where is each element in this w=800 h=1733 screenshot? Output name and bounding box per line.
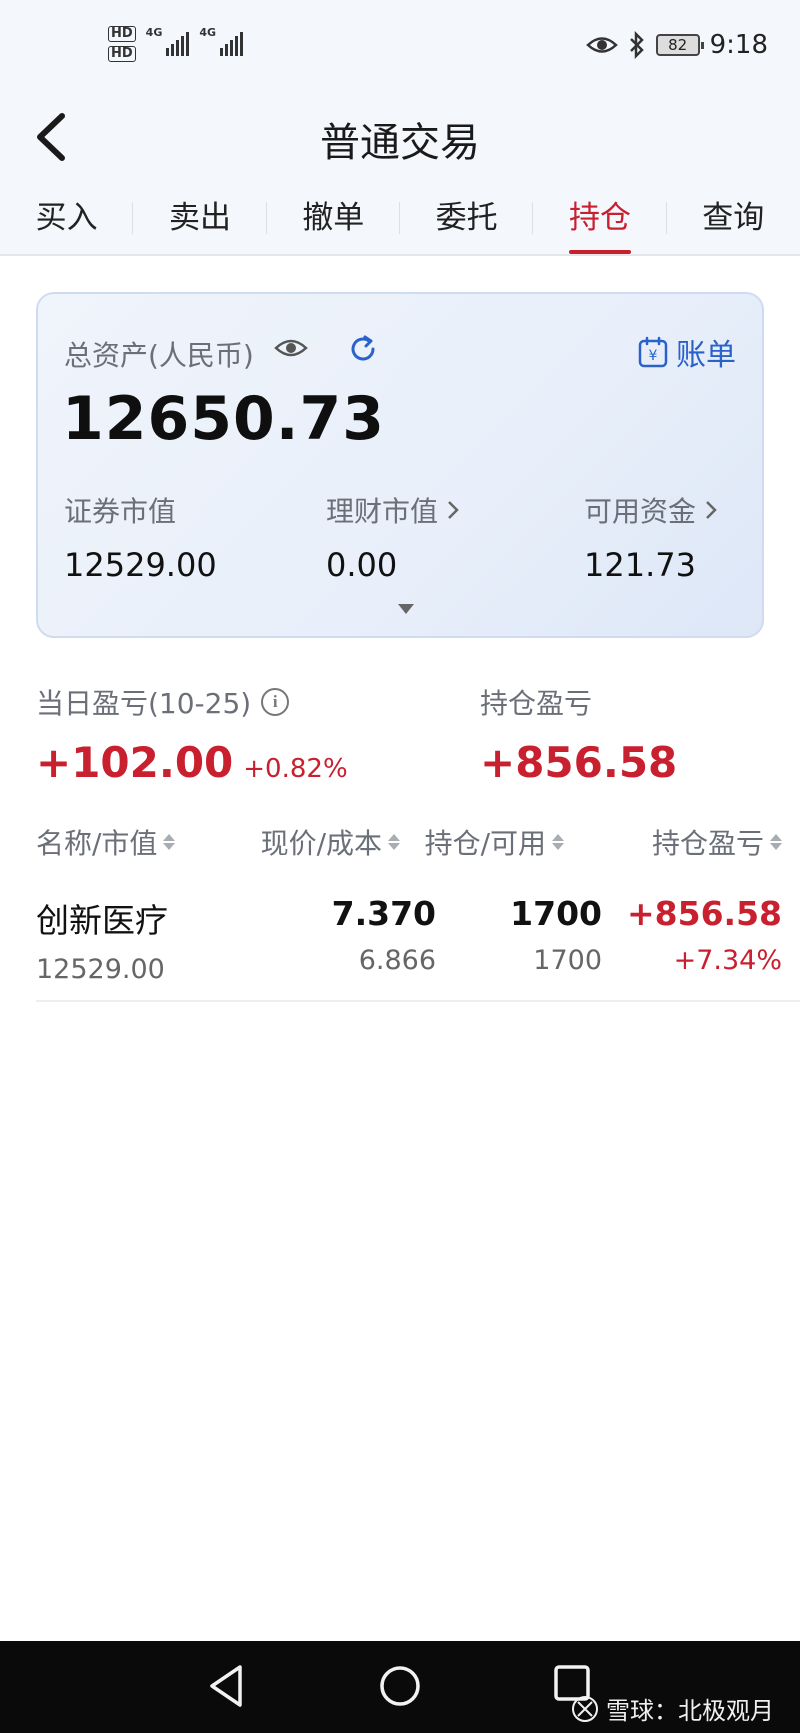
tab-cancel[interactable]: 撤单 [267,180,401,254]
available-qty: 1700 [533,945,602,976]
bluetooth-icon [629,31,644,59]
positions-table-header: 名称/市值 现价/成本 持仓/可用 持仓盈亏 [0,822,800,862]
status-right: 82 9:18 [585,30,768,60]
clock: 9:18 [709,30,768,60]
cost-price: 6.866 [358,945,436,976]
signal-icon-1: 4G [146,26,190,56]
daily-pnl-percent: +0.82% [243,754,348,784]
sort-icon [552,834,564,850]
battery-icon: 82 [655,34,704,56]
securities-label: 证券市值 [64,490,217,530]
daily-pnl-label: 当日盈亏(10-25) i [36,682,348,722]
market-value: 12529.00 [36,954,165,985]
sort-position-available[interactable]: 持仓/可用 [425,822,564,862]
available-value: 121.73 [584,546,696,584]
total-assets-label: 总资产(人民币) [64,339,254,372]
sort-icon [163,834,176,850]
securities-label-text: 证券市值 [64,495,177,528]
pnl-cell: +856.58 +7.34% [627,894,782,976]
expand-caret-icon[interactable] [398,604,414,614]
tab-label: 持仓 [568,200,631,236]
tab-query[interactable]: 查询 [667,180,800,254]
status-left: HD HD 4G 4G [108,26,244,62]
tab-positions[interactable]: 持仓 [533,180,667,254]
sort-price-cost[interactable]: 现价/成本 [261,822,400,862]
asset-summary-card: 总资产(人民币) ¥ 账单 12650.73 证券市值 12529.00 理财市… [36,292,764,638]
network-type-1: 4G [145,26,163,39]
tab-label: 买入 [35,200,98,236]
securities-value-block: 证券市值 12529.00 [64,490,217,584]
status-bar: HD HD 4G 4G 82 9:18 [0,0,800,100]
info-icon[interactable]: i [261,688,290,716]
page-title: 普通交易 [320,120,480,166]
watermark: 雪球：北极观月 [570,1691,774,1726]
nav-back-icon[interactable] [206,1663,246,1709]
available-label: 可用资金 [584,490,718,530]
holding-pnl-value: +856.58 [480,738,678,787]
daily-pnl-block: 当日盈亏(10-25) i +102.00 +0.82% [36,682,348,787]
bill-button[interactable]: ¥ 账单 [638,330,736,374]
column-header: 现价/成本 [260,827,382,860]
wealth-value-block[interactable]: 理财市值 0.00 [326,490,460,584]
eye-comfort-icon [585,37,618,53]
sim1-hd-badge: HD [108,26,136,42]
xueqiu-logo-icon [572,1695,598,1722]
price-cell: 7.370 6.866 [332,894,436,976]
available-label-text: 可用资金 [584,495,697,528]
position-qty: 1700 [510,894,602,933]
svg-text:¥: ¥ [649,348,658,364]
column-header: 持仓盈亏 [651,827,764,860]
refresh-icon[interactable] [348,334,378,364]
holding-pnl-label: 持仓盈亏 [480,687,593,720]
holding-pnl-block: 持仓盈亏 +856.58 [480,682,677,787]
wealth-label-text: 理财市值 [326,495,439,528]
sort-icon [770,834,782,850]
tab-orders[interactable]: 委托 [400,180,534,254]
bill-calendar-icon: ¥ [638,336,668,368]
securities-value: 12529.00 [64,546,217,584]
sort-name-market-value[interactable]: 名称/市值 [36,822,176,862]
watermark-text: 雪球：北极观月 [606,1697,774,1725]
nav-home-icon[interactable] [378,1663,422,1709]
app-header: 普通交易 [0,100,800,180]
available-funds-block[interactable]: 可用资金 121.73 [584,490,718,584]
tab-label: 查询 [702,200,765,236]
column-header: 名称/市值 [36,827,158,860]
tab-label: 卖出 [168,200,231,236]
tab-label: 撤单 [302,200,365,236]
stock-name: 创新医疗 [36,901,168,940]
row-pnl-value: +856.58 [627,894,782,933]
daily-pnl-label-text: 当日盈亏(10-25) [36,687,252,720]
battery-level: 82 [668,36,688,54]
current-price: 7.370 [331,894,436,933]
sort-holding-pnl[interactable]: 持仓盈亏 [652,822,782,862]
position-cell: 1700 1700 [510,894,602,976]
sort-icon [388,834,400,850]
tab-sell[interactable]: 卖出 [133,180,267,254]
column-header: 持仓/可用 [424,827,546,860]
network-type-2: 4G [199,26,217,39]
sim-indicators: HD HD [108,26,136,62]
tab-label: 委托 [435,200,498,236]
row-pnl-percent: +7.34% [673,945,782,976]
active-tab-indicator [568,250,631,254]
wealth-value: 0.00 [326,546,398,584]
tab-buy[interactable]: 买入 [0,180,134,254]
chevron-right-icon [706,501,717,519]
name-cell: 创新医疗 12529.00 [36,894,168,985]
trade-tabs: 买入 卖出 撤单 委托 持仓 查询 [0,180,800,256]
daily-pnl-value: +102.00 [36,738,234,787]
daily-pnl-values: +102.00 +0.82% [36,738,348,787]
wealth-label: 理财市值 [326,490,460,530]
signal-icon-2: 4G [199,26,244,56]
sim2-hd-badge: HD [108,46,136,62]
bill-label: 账单 [676,338,736,373]
eye-icon[interactable] [274,336,308,360]
total-assets-value: 12650.73 [62,384,386,454]
table-row[interactable]: 创新医疗 12529.00 7.370 6.866 1700 1700 +856… [36,890,800,1002]
chevron-right-icon [448,501,459,519]
